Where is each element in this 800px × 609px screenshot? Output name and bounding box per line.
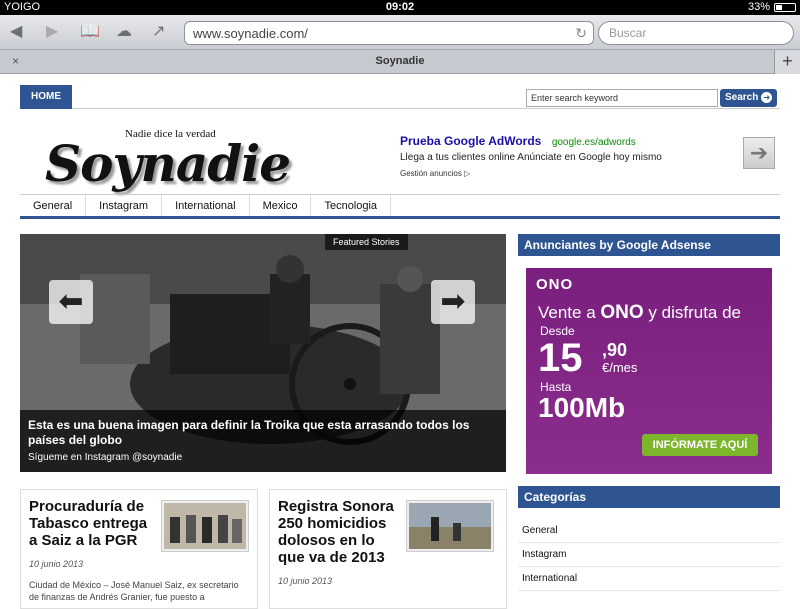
ono-ad-banner[interactable]: ONO Vente a ONO y disfruta de Desde 15 ,… — [526, 268, 772, 474]
tab-bar: × Soynadie + — [0, 50, 800, 74]
category-item[interactable]: General — [518, 519, 780, 543]
back-icon[interactable]: ◀ — [10, 22, 22, 42]
status-bar: YOIGO 09:02 33% — [0, 0, 800, 15]
ono-cta-button[interactable]: INFÓRMATE AQUÍ — [642, 434, 758, 456]
home-button[interactable]: HOME — [20, 85, 72, 109]
adchoices-icon: ▷ — [464, 169, 471, 178]
main-nav: General Instagram International Mexico T… — [20, 194, 780, 219]
url-text: www.soynadie.com/ — [193, 26, 308, 41]
ono-price-cents: ,90 — [602, 340, 628, 360]
header-divider — [72, 108, 780, 109]
cloud-icon[interactable]: ☁ — [116, 22, 132, 42]
keyword-search-input[interactable]: Enter search keyword — [526, 89, 718, 107]
battery-indicator: 33% — [748, 1, 796, 13]
article-excerpt: Ciudad de México – José Manuel Saiz, ex … — [29, 580, 239, 602]
site-logo[interactable]: Nadie dice la verdad Soynadie — [45, 114, 295, 194]
featured-subtitle: Sígueme en Instagram @soynadie — [28, 452, 183, 463]
slider-next-icon[interactable]: ➡ — [431, 280, 475, 324]
search-button[interactable]: Search ➜ — [720, 89, 777, 107]
keyword-search-placeholder: Enter search keyword — [531, 93, 619, 103]
featured-caption: Esta es una buena imagen para definir la… — [20, 410, 506, 472]
ad-arrow-icon[interactable]: ➔ — [743, 137, 775, 169]
featured-title[interactable]: Esta es una buena imagen para definir la… — [28, 418, 498, 448]
nav-item-international[interactable]: International — [162, 195, 250, 216]
article-thumbnail[interactable] — [161, 500, 249, 552]
ad-title[interactable]: Prueba Google AdWords — [400, 134, 541, 148]
ad-description: Llega a tus clientes online Anúnciate en… — [400, 152, 662, 163]
url-field[interactable]: www.soynadie.com/ ↻ — [184, 21, 594, 45]
ono-speed: 100Mb — [538, 392, 626, 423]
tab-title[interactable]: Soynadie — [0, 55, 800, 67]
browser-search-field[interactable]: Buscar — [598, 21, 794, 45]
search-button-label: Search — [725, 92, 759, 103]
battery-icon — [774, 2, 796, 12]
slider-prev-icon[interactable]: ⬅ — [49, 280, 93, 324]
logo-text: Soynadie — [45, 134, 291, 193]
reload-icon[interactable]: ↻ — [575, 25, 587, 42]
ad-manage-row[interactable]: Gestión anuncios ▷ — [400, 169, 700, 178]
article-title[interactable]: Procuraduría de Tabasco entrega a Saiz a… — [29, 498, 155, 549]
adwords-banner[interactable]: Prueba Google AdWords google.es/adwords … — [400, 132, 700, 182]
nav-item-general[interactable]: General — [20, 195, 87, 216]
category-item[interactable]: Instagram — [518, 543, 780, 567]
ono-price: 15 — [538, 336, 583, 380]
ono-headline: Vente a ONO y disfruta de — [538, 302, 741, 324]
share-icon[interactable]: ↗ — [152, 22, 165, 42]
article-card[interactable]: Registra Sonora 250 homicidios dolosos e… — [269, 489, 507, 609]
nav-item-tecnologia[interactable]: Tecnologia — [311, 195, 392, 216]
clock: 09:02 — [385, 1, 415, 13]
article-title[interactable]: Registra Sonora 250 homicidios dolosos e… — [278, 498, 404, 566]
sidebar-ads-heading: Anunciantes by Google Adsense — [518, 234, 780, 256]
nav-item-instagram[interactable]: Instagram — [86, 195, 163, 216]
category-item[interactable]: International — [518, 567, 780, 591]
featured-badge: Featured Stories — [325, 234, 408, 250]
article-date: 10 junio 2013 — [29, 559, 84, 569]
article-thumbnail[interactable] — [406, 500, 494, 552]
ad-url[interactable]: google.es/adwords — [552, 137, 636, 148]
bookmarks-icon[interactable]: 📖 — [80, 22, 100, 42]
sidebar-categories-heading: Categorías — [518, 486, 780, 508]
ono-headline-part: y disfruta de — [643, 303, 741, 322]
forward-icon[interactable]: ▶ — [46, 22, 58, 42]
ono-price-unit: €/mes — [602, 360, 638, 375]
browser-toolbar: ◀ ▶ 📖 ☁ ↗ www.soynadie.com/ ↻ Buscar — [0, 15, 800, 50]
article-card[interactable]: Procuraduría de Tabasco entrega a Saiz a… — [20, 489, 258, 609]
featured-slider[interactable]: Featured Stories ⬅ ➡ Esta es una buena i… — [20, 234, 506, 472]
browser-search-placeholder: Buscar — [609, 26, 647, 40]
web-page: HOME Enter search keyword Search ➜ Nadie … — [20, 84, 780, 609]
article-thumbnail-photo — [164, 503, 246, 549]
article-date: 10 junio 2013 — [278, 576, 333, 586]
ad-manage-label: Gestión anuncios — [400, 169, 462, 178]
ono-headline-part: Vente a — [538, 303, 601, 322]
nav-item-mexico[interactable]: Mexico — [250, 195, 312, 216]
article-thumbnail-photo — [409, 503, 491, 549]
ono-logo: ONO — [536, 276, 574, 293]
arrow-right-icon: ➜ — [761, 92, 773, 103]
new-tab-icon[interactable]: + — [774, 50, 800, 74]
category-list: General Instagram International — [518, 519, 780, 591]
ono-headline-brand: ONO — [600, 302, 644, 323]
battery-percent: 33% — [747, 1, 770, 13]
